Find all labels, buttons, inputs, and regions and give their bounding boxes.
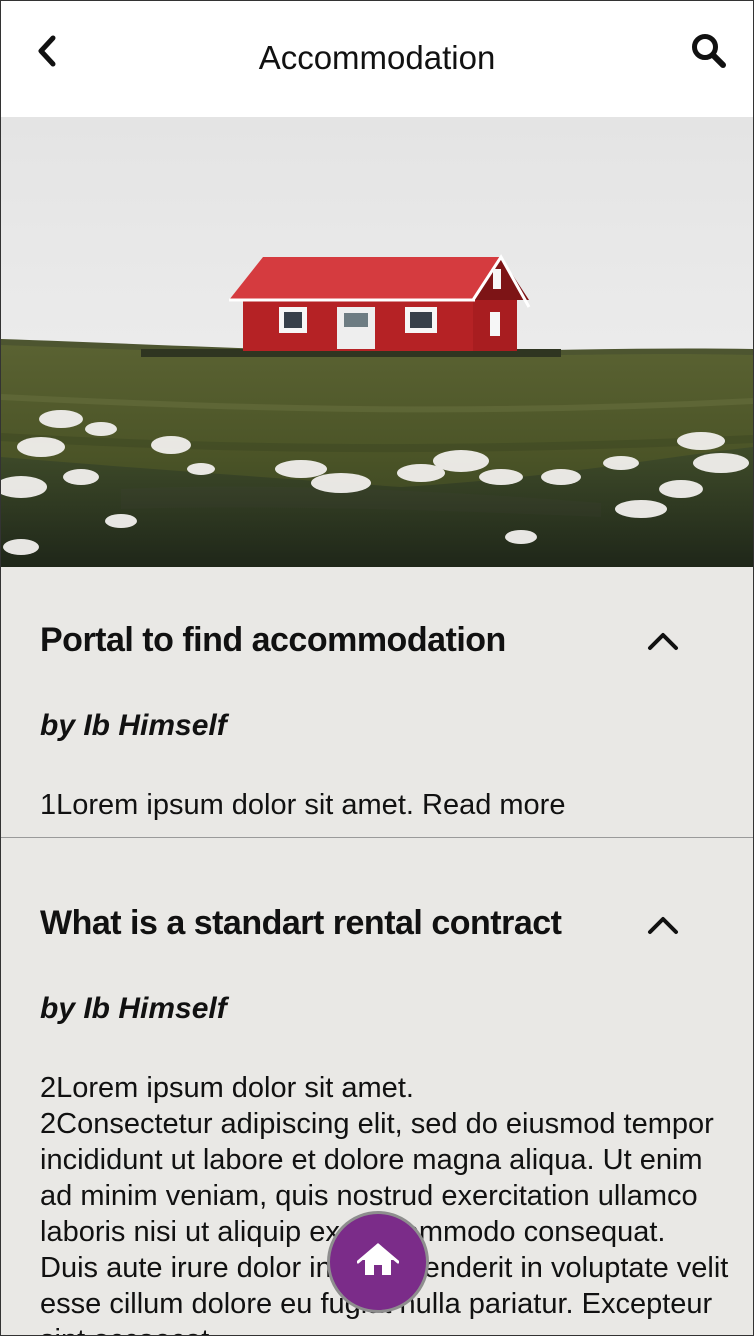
article-author: by Ib Himself: [40, 709, 227, 742]
article-title: Portal to find accommodation: [40, 621, 506, 659]
article-excerpt: 1Lorem ipsum dolor sit amet. Read more: [40, 787, 730, 823]
search-icon: [690, 32, 728, 75]
chevron-up-icon: [647, 631, 679, 656]
article-author: by Ib Himself: [40, 992, 227, 1025]
collapse-toggle[interactable]: [641, 621, 685, 665]
article-title: What is a standart rental contract: [40, 904, 562, 942]
home-button[interactable]: [327, 1211, 429, 1313]
home-icon: [356, 1242, 400, 1283]
page-title: Accommodation: [258, 39, 496, 76]
article-body: 1Lorem ipsum dolor sit amet.: [40, 789, 414, 821]
collapse-toggle[interactable]: [641, 905, 685, 949]
top-app-bar: Accommodation: [1, 1, 753, 117]
chevron-up-icon: [647, 915, 679, 940]
read-more-link[interactable]: Read more: [422, 789, 565, 821]
app-screen: Accommodation Portal to find accommodati…: [0, 0, 754, 1336]
hero-image: [1, 117, 753, 567]
article-card: Portal to find accommodation by Ib Himse…: [1, 567, 753, 838]
search-button[interactable]: [687, 31, 731, 75]
